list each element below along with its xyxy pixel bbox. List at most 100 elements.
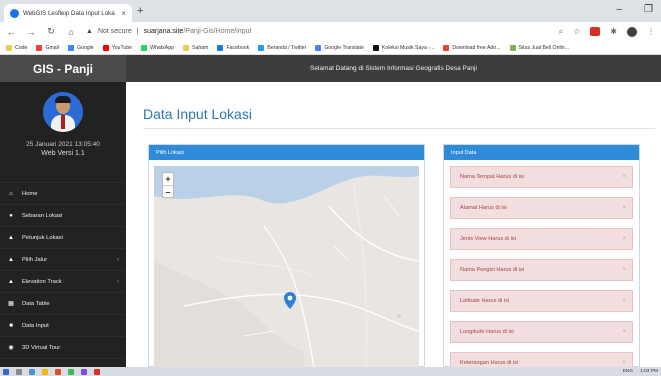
version-text: Web Versi 1.1 xyxy=(41,150,85,157)
start-icon[interactable] xyxy=(3,368,9,375)
field-placeholder: Latitude Harus di isi xyxy=(460,298,510,304)
bookmark-item[interactable]: Download free Ado... xyxy=(443,44,501,51)
clear-icon[interactable]: × xyxy=(622,267,626,273)
divider xyxy=(143,128,655,129)
input-field[interactable]: Latitude Harus di isi × xyxy=(450,290,633,312)
bookmark-label: Google Translate xyxy=(324,44,364,51)
sidebar-item-3d-virtual-tour[interactable]: ◉ 3D Virtual Tour xyxy=(0,336,126,358)
clear-icon[interactable]: × xyxy=(622,236,626,242)
more-menu-icon[interactable]: ⋮ xyxy=(647,27,655,36)
avatar xyxy=(43,92,83,132)
maximize-button[interactable]: ❐ xyxy=(644,4,653,15)
separator: | xyxy=(136,28,139,35)
map-marker-icon[interactable] xyxy=(284,292,296,309)
forward-arrow-icon[interactable]: → xyxy=(26,27,36,37)
app-icon[interactable] xyxy=(55,368,61,375)
bookmark-label: Code xyxy=(15,44,28,51)
app-icon[interactable] xyxy=(68,368,74,375)
sidebar-item-pilih-jalur[interactable]: ▲ Pilih Jalur ‹ xyxy=(0,248,126,270)
extension-icon[interactable] xyxy=(590,27,601,36)
bookmark-item[interactable]: Facebook xyxy=(217,44,250,51)
new-tab-button[interactable]: + xyxy=(137,5,143,17)
road-icon: ▲ xyxy=(8,234,14,241)
input-field[interactable]: Nama Tempat Harus di isi × xyxy=(450,166,633,188)
chevron-left-icon: ‹ xyxy=(117,278,119,285)
page-title: Data Input Lokasi xyxy=(143,106,252,122)
app-icon[interactable] xyxy=(94,368,100,375)
bookmark-label: Situs Jual Beli Onlin... xyxy=(518,44,569,51)
input-field[interactable]: Nama Pengisi Harus di isi × xyxy=(450,259,633,281)
puzzle-icon[interactable]: ✱ xyxy=(610,27,617,36)
bookmark-item[interactable]: Google Translate xyxy=(315,44,364,51)
map-canvas xyxy=(154,166,419,368)
browser-tab[interactable]: WebGIS Lesfleip Data Input Loka × xyxy=(4,4,132,22)
bookmark-label: Google xyxy=(76,44,94,51)
input-data-panel: Input Data Nama Tempat Harus di isi × Alam… xyxy=(443,144,640,374)
language-indicator[interactable]: ENG xyxy=(623,369,633,374)
clear-icon[interactable]: × xyxy=(622,298,626,304)
url-text[interactable]: suarjana.site/Panji-Gis/Home/input xyxy=(144,28,252,35)
search-taskbar-icon[interactable] xyxy=(16,368,22,375)
bookmark-item[interactable]: YouTube xyxy=(102,44,132,51)
bookmark-label: WhatsApp xyxy=(150,44,175,51)
bookmark-item[interactable]: Beranda / Twitter xyxy=(258,44,306,51)
clear-icon[interactable]: × xyxy=(622,205,626,211)
bookmark-item[interactable]: Koleksi Musik Saya -... xyxy=(372,44,434,51)
minimize-button[interactable]: – xyxy=(616,4,622,15)
window-controls: – ❐ xyxy=(616,4,653,15)
field-placeholder: Keterangan Harus di isi xyxy=(460,360,519,366)
bookmark-item[interactable]: WhatsApp xyxy=(141,44,175,51)
bookmark-label: Facebook xyxy=(226,44,250,51)
reload-icon[interactable]: ↻ xyxy=(46,26,56,37)
road-icon: ▲ xyxy=(8,278,14,285)
clear-icon[interactable]: × xyxy=(622,174,626,180)
table-icon: ▦ xyxy=(8,301,14,307)
tab-close-icon[interactable]: × xyxy=(121,9,126,18)
sidebar-item-elevation-track[interactable]: ▲ Elevation Track ‹ xyxy=(0,270,126,292)
home-icon[interactable]: ⌂ xyxy=(66,27,76,37)
bookmark-item[interactable]: Gmail xyxy=(36,44,59,51)
bookmark-item[interactable]: Code xyxy=(6,44,28,51)
location-map[interactable]: + – xyxy=(154,166,419,368)
chevron-left-icon: ‹ xyxy=(117,256,119,263)
sidebar-item-petunjuk-lokasi[interactable]: ▲ Petunjuk Lokasi xyxy=(0,226,126,248)
app-icon[interactable] xyxy=(29,368,35,375)
back-arrow-icon[interactable]: ← xyxy=(6,27,16,37)
field-placeholder: Nama Pengisi Harus di isi xyxy=(460,267,525,273)
bookmark-item[interactable]: Situs Jual Beli Onlin... xyxy=(509,44,569,51)
sidebar-item-label: Home xyxy=(22,190,38,197)
clock[interactable]: 1:03 PM xyxy=(640,369,658,374)
app-icon[interactable] xyxy=(81,368,87,375)
search-icon[interactable]: ⌕ xyxy=(559,27,563,37)
sidebar-item-home[interactable]: ⌂ Home xyxy=(0,182,126,204)
input-field[interactable]: Jenis View Harus di isi × xyxy=(450,228,633,250)
zoom-out-button[interactable]: – xyxy=(163,185,173,197)
bookmark-icon xyxy=(67,44,74,51)
zoom-in-button[interactable]: + xyxy=(163,173,173,185)
sidebar-item-data-table[interactable]: ▦ Data Table xyxy=(0,292,126,314)
brand-title[interactable]: GIS - Panji xyxy=(0,55,126,82)
omnibox[interactable]: ▲ Not secure | suarjana.site/Panji-Gis/H… xyxy=(86,25,549,39)
profile-avatar[interactable] xyxy=(627,26,637,37)
extensions-area: ⌕ ☆ ✱ ⋮ xyxy=(559,26,655,37)
clear-icon[interactable]: × xyxy=(622,329,626,335)
sidebar-item-label: Pilih Jalur xyxy=(22,256,48,263)
home-icon: ⌂ xyxy=(9,190,13,197)
globe-icon: ● xyxy=(9,212,13,219)
bookmark-item[interactable]: Saham xyxy=(183,44,208,51)
zoom-control: + – xyxy=(162,172,174,198)
bookmark-item[interactable]: Google xyxy=(67,44,94,51)
bookmark-icon xyxy=(217,44,224,51)
main-content: Data Input Lokasi Pilih Lokasi + – Input… xyxy=(126,82,661,374)
welcome-text: Selamat Datang di Sistem Informasi Geogr… xyxy=(310,65,477,72)
folder-icon[interactable] xyxy=(42,368,48,375)
field-placeholder: Nama Tempat Harus di isi xyxy=(460,174,524,180)
star-icon[interactable]: ☆ xyxy=(573,27,580,36)
sidebar-item-sebaran-lokasi[interactable]: ● Sebaran Lokasi xyxy=(0,204,126,226)
input-field[interactable]: Alamat Harus di isi × xyxy=(450,197,633,219)
sidebar-item-data-input[interactable]: ■ Data Input xyxy=(0,314,126,336)
input-field[interactable]: Longitude Harus di isi × xyxy=(450,321,633,343)
bookmark-icon xyxy=(141,44,148,51)
clear-icon[interactable]: × xyxy=(622,360,626,366)
sidebar-menu: ⌂ Home ● Sebaran Lokasi ▲ Petunjuk Lokasi ▲ Pil… xyxy=(0,182,126,376)
